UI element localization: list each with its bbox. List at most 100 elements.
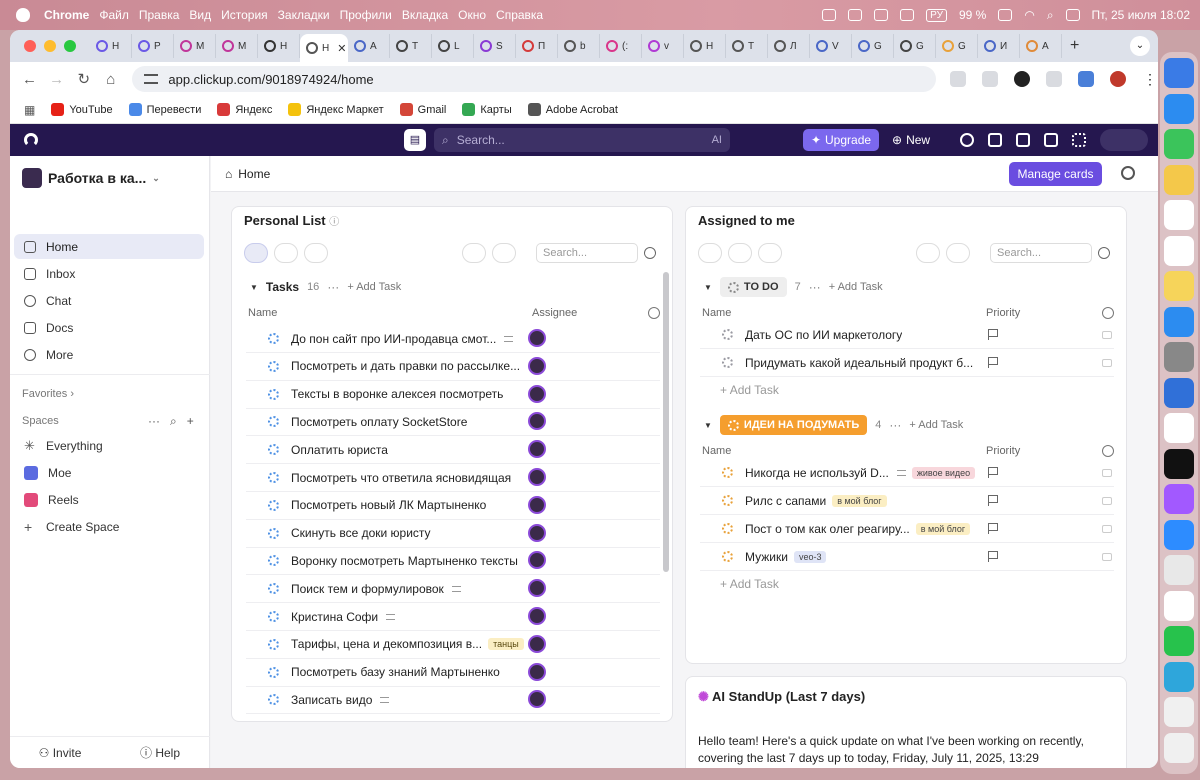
- task-row[interactable]: Тексты в воронке алексея посмотреть: [246, 381, 660, 409]
- browser-tab[interactable]: И: [978, 34, 1020, 58]
- breadcrumb-home[interactable]: Home: [238, 167, 270, 181]
- bookmark-item[interactable]: Яндекс: [217, 103, 272, 116]
- bookmark-item[interactable]: Gmail: [399, 103, 446, 116]
- minimize-window-icon[interactable]: [44, 40, 56, 52]
- task-row[interactable]: Поиск тем и формулировок: [246, 575, 660, 604]
- sidebar-item-docs[interactable]: Docs: [14, 315, 204, 340]
- translate-extension-icon[interactable]: [1077, 71, 1094, 87]
- wifi-icon[interactable]: ◠: [1024, 8, 1034, 22]
- reload-icon[interactable]: ↻: [70, 70, 97, 88]
- task-tag[interactable]: veo-3: [793, 550, 827, 563]
- workspace-switcher[interactable]: Работка в ка... ⌄: [22, 166, 160, 190]
- scrollbar[interactable]: [663, 272, 669, 572]
- task-row[interactable]: Посмотреть базу знаний Мартыненко: [246, 659, 660, 687]
- menu-bookmarks[interactable]: Закладки: [278, 8, 330, 22]
- priority-flag-icon[interactable]: [988, 329, 998, 340]
- extension-icon[interactable]: [1013, 71, 1030, 87]
- bookmark-item[interactable]: Карты: [462, 103, 512, 116]
- dock-app-icon[interactable]: [1164, 164, 1194, 195]
- status-circle-icon[interactable]: [268, 694, 279, 706]
- row-select-checkbox[interactable]: [1102, 525, 1112, 533]
- status-circle-icon[interactable]: [722, 523, 733, 534]
- task-row[interactable]: Посмотреть и дать правки по рассылке...: [246, 353, 660, 381]
- add-column-icon[interactable]: [1102, 445, 1114, 457]
- assignee-avatar[interactable]: [528, 662, 546, 681]
- chrome-menu-icon[interactable]: ⋮: [1142, 71, 1158, 87]
- assignee-avatar[interactable]: [528, 356, 546, 375]
- more-horizontal-icon[interactable]: ···: [889, 418, 901, 432]
- browser-tab[interactable]: П: [516, 34, 558, 58]
- sidebar-item-chat[interactable]: Chat: [14, 288, 204, 313]
- status-circle-icon[interactable]: [268, 444, 279, 456]
- battery-percent[interactable]: 99 %: [959, 8, 986, 22]
- bookmark-item[interactable]: Adobe Acrobat: [527, 103, 618, 116]
- task-row[interactable]: Оплатить юриста: [246, 436, 660, 465]
- input-language[interactable]: РУ: [926, 8, 947, 22]
- browser-tab[interactable]: L: [432, 34, 474, 58]
- close-window-icon[interactable]: [24, 40, 36, 52]
- task-row[interactable]: Посмотреть новый ЛК Мартыненко: [246, 492, 660, 520]
- status-circle-icon[interactable]: [268, 611, 279, 622]
- create-space-button[interactable]: + Create Space: [14, 514, 204, 539]
- browser-tab[interactable]: G: [936, 34, 978, 58]
- search-icon[interactable]: ⌕: [170, 414, 177, 429]
- task-row[interactable]: Посмотреть что ответила ясновидящая: [246, 464, 660, 492]
- browser-tab[interactable]: (:: [600, 34, 642, 58]
- column-name-header[interactable]: Name: [248, 307, 277, 319]
- priority-flag-icon[interactable]: [988, 551, 998, 562]
- task-tag[interactable]: в мой блог: [915, 522, 971, 535]
- assignee-avatar[interactable]: [528, 607, 546, 625]
- space-reels[interactable]: Reels: [14, 487, 204, 512]
- add-task-button[interactable]: + Add Task: [829, 281, 883, 293]
- assignee-avatar[interactable]: [528, 551, 546, 570]
- help-button[interactable]: ⓘ Help: [110, 744, 210, 761]
- status-circle-icon[interactable]: [268, 472, 279, 483]
- apps-grid-icon[interactable]: ▦: [24, 103, 35, 117]
- columns-icon[interactable]: [758, 243, 782, 263]
- browser-tab[interactable]: G: [894, 34, 936, 58]
- dock-app-icon[interactable]: [1164, 58, 1194, 88]
- menu-help[interactable]: Справка: [496, 8, 543, 22]
- browser-tab[interactable]: М: [216, 34, 258, 58]
- task-tag[interactable]: в мой блог: [832, 494, 887, 507]
- browser-tab[interactable]: v: [642, 34, 684, 58]
- gear-icon[interactable]: [644, 247, 656, 259]
- status-circle-icon[interactable]: [268, 333, 279, 344]
- caret-down-icon[interactable]: ▼: [704, 283, 712, 292]
- upgrade-button[interactable]: ✦ Upgrade: [803, 129, 879, 151]
- dock-app-icon[interactable]: [1164, 555, 1194, 585]
- status-circle-icon[interactable]: [268, 555, 279, 567]
- ai-button[interactable]: AI: [712, 134, 722, 146]
- bookmark-item[interactable]: Перевести: [128, 103, 201, 116]
- status-badge[interactable]: ИДЕИ НА ПОДУМАТЬ: [719, 415, 868, 435]
- global-search[interactable]: ⌕ Search... AI: [434, 128, 730, 152]
- browser-tab[interactable]: V: [810, 34, 852, 58]
- column-name-header[interactable]: Name: [702, 307, 731, 319]
- menu-app-name[interactable]: Chrome: [44, 8, 89, 22]
- image-icon[interactable]: [1044, 133, 1058, 147]
- apps-grid-icon[interactable]: [1072, 133, 1086, 147]
- dock-app-icon[interactable]: [1164, 93, 1194, 124]
- menu-view[interactable]: Вид: [189, 8, 211, 22]
- menu-history[interactable]: История: [221, 8, 268, 22]
- site-info-icon[interactable]: [144, 74, 159, 84]
- layers-icon[interactable]: [244, 243, 268, 263]
- dock-app-icon[interactable]: [1164, 413, 1194, 443]
- sidebar-item-inbox[interactable]: Inbox: [14, 261, 204, 286]
- assignee-avatar[interactable]: [528, 329, 546, 347]
- status-circle-icon[interactable]: [722, 495, 733, 506]
- columns-icon[interactable]: [304, 243, 328, 263]
- browser-tab[interactable]: Н: [258, 34, 300, 58]
- status-circle-icon[interactable]: [722, 551, 733, 562]
- browser-tab[interactable]: S: [474, 34, 516, 58]
- sidebar-item-home[interactable]: Home: [14, 234, 204, 259]
- menu-window[interactable]: Окно: [458, 8, 486, 22]
- clock[interactable]: Пт, 25 июля 18:02: [1092, 8, 1190, 22]
- filter-icon[interactable]: [462, 243, 486, 263]
- add-task-row-button[interactable]: + Add Task: [720, 383, 779, 397]
- assignee-avatar[interactable]: [528, 523, 546, 542]
- apple-icon[interactable]: [16, 8, 30, 22]
- browser-tab[interactable]: Н: [90, 34, 132, 58]
- plus-icon[interactable]: +: [187, 414, 194, 429]
- maximize-window-icon[interactable]: [64, 40, 76, 52]
